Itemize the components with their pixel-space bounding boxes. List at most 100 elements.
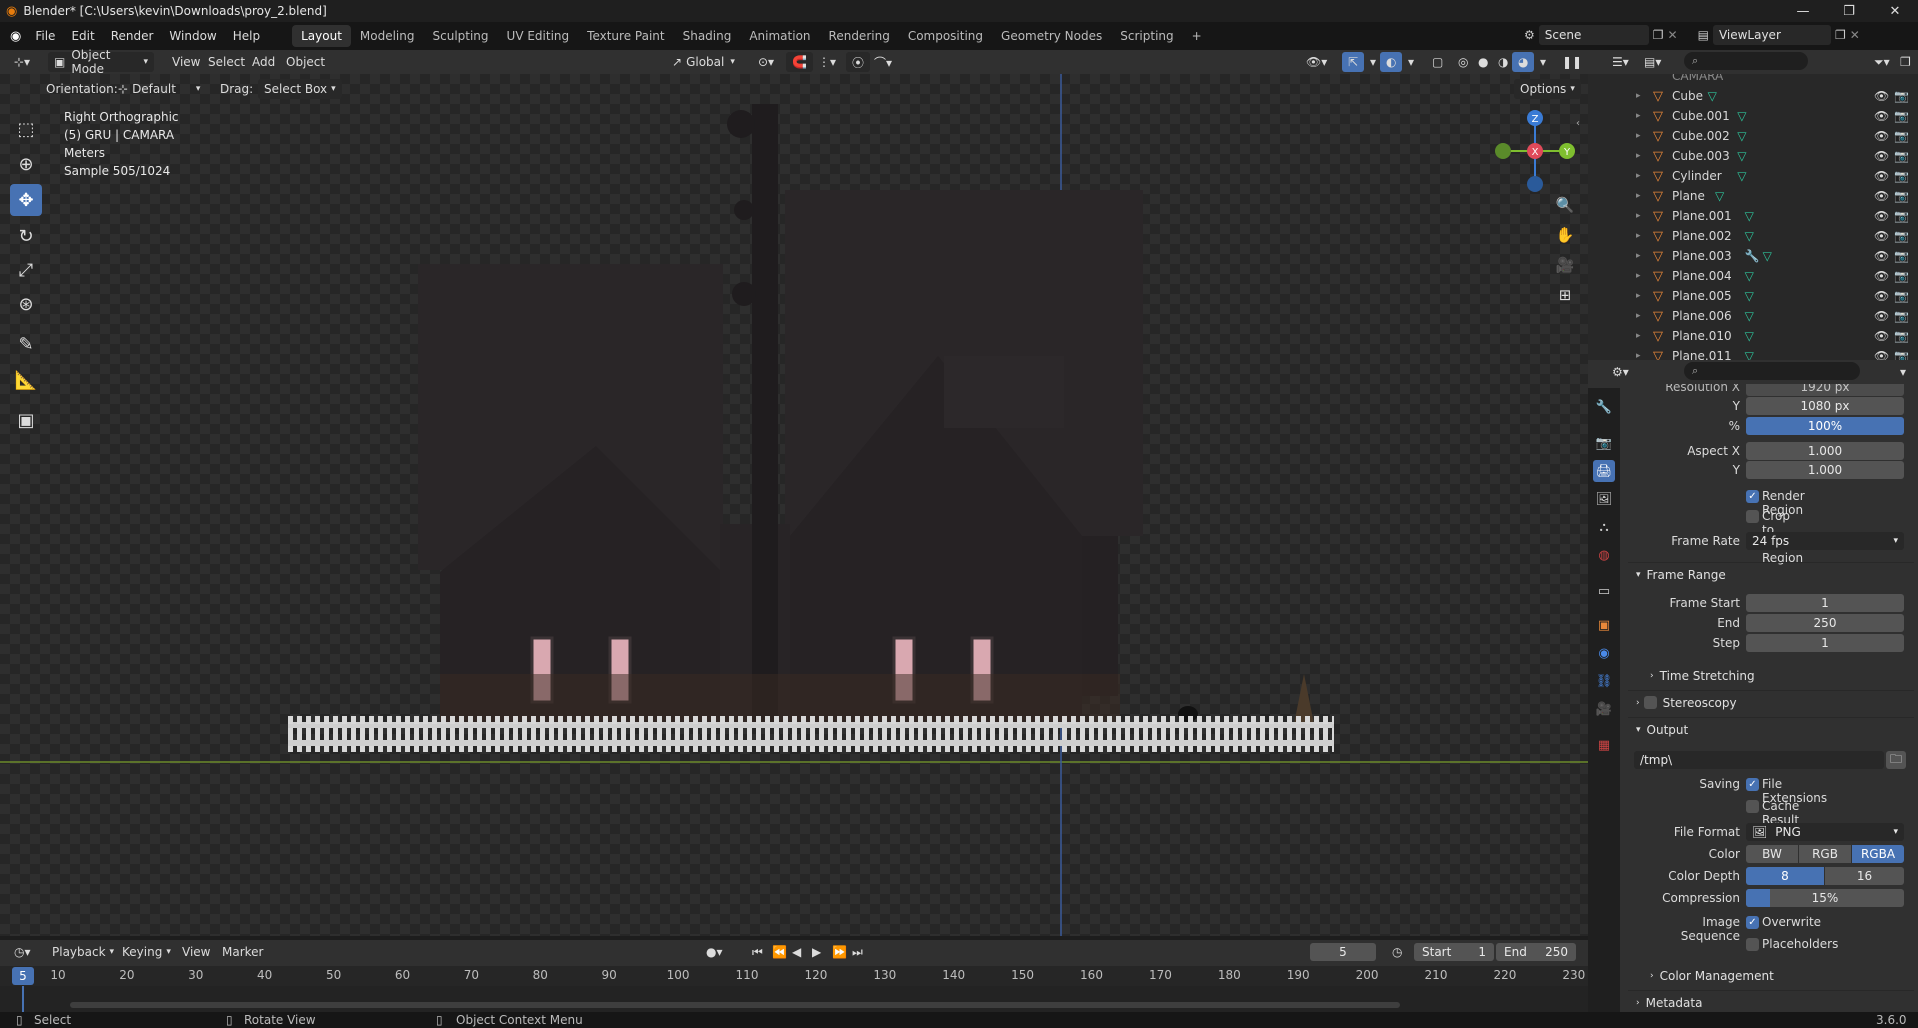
play-icon[interactable]: ▶ [806,942,827,962]
render-tab-icon[interactable]: 📷 [1593,432,1615,454]
record-icon[interactable]: ●▾ [700,942,729,962]
color-rgb-option[interactable]: RGB [1799,845,1851,863]
frame-end-field[interactable]: 250 [1746,614,1904,632]
expand-arrow-icon[interactable]: ▸ [1636,231,1641,241]
render-camera-icon[interactable]: 📷 [1894,109,1909,123]
ortho-grid-icon[interactable]: ⊞ [1552,282,1578,308]
outliner-row[interactable]: ▸ ▽ Plane ▽ 👁 📷 [1588,186,1918,206]
outliner-row[interactable]: ▸ ▽ Cylinder ▽ 👁 📷 [1588,166,1918,186]
outliner-row[interactable]: ▸ ▽ Plane.002 ▽ 👁 📷 [1588,226,1918,246]
properties-editor-type-icon[interactable]: ⚙▾ [1606,362,1635,382]
outliner-row[interactable]: CAMARA [1588,74,1918,86]
frame-rate-dropdown[interactable]: 24 fps ▾ [1746,532,1904,550]
select-box-tool[interactable]: ⬚ [10,113,42,145]
gizmo-toggle-icon[interactable]: ⇱ [1342,52,1365,72]
outliner-row[interactable]: ▸ ▽ Plane.005 ▽ 👁 📷 [1588,286,1918,306]
menu-select[interactable]: Select [202,52,251,72]
output-path-input[interactable]: /tmp\ [1634,751,1884,769]
falloff-icon[interactable]: ⌒▾ [868,52,898,72]
rendered-shading-icon[interactable]: ◕ [1512,52,1535,72]
chevron-down-icon[interactable]: ▾ [1534,52,1552,72]
view-layer-tab-icon[interactable]: 🖼 [1593,488,1615,510]
color-management-section[interactable]: › Color Management [1628,964,1914,988]
visibility-eye-icon[interactable]: 👁 [1874,249,1889,263]
visibility-eye-icon[interactable]: 👁 [1874,269,1889,283]
pan-hand-icon[interactable]: ✋ [1552,222,1578,248]
display-mode-icon[interactable]: ▤▾ [1638,52,1667,72]
expand-arrow-icon[interactable]: ▸ [1636,111,1641,121]
start-frame-field[interactable]: Start 1 [1414,943,1494,961]
expand-arrow-icon[interactable]: ▸ [1636,271,1641,281]
remove-scene-icon[interactable]: ✕ [1668,28,1678,42]
timeline-track-area[interactable] [0,986,1588,1012]
frame-step-field[interactable]: 1 [1746,634,1904,652]
render-camera-icon[interactable]: 📷 [1894,289,1909,303]
outliner-search-input[interactable]: ⌕ [1684,52,1808,70]
expand-arrow-icon[interactable]: ▸ [1636,331,1641,341]
scene-tab-icon[interactable]: ⛬ [1593,516,1615,538]
transform-tool[interactable]: ⊛ [10,288,42,320]
stopwatch-icon[interactable]: ◷ [1386,942,1408,962]
metadata-section[interactable]: › Metadata [1628,990,1914,1010]
tab-shading[interactable]: Shading [674,25,741,47]
view-layer-selector[interactable]: ViewLayer [1712,25,1831,45]
visibility-eye-icon[interactable]: 👁 [1874,89,1889,103]
scale-tool[interactable]: ⤢ [10,254,42,286]
expand-arrow-icon[interactable]: ▸ [1636,91,1641,101]
outliner-row[interactable]: ▸ ▽ Plane.003 🔧 ▽ 👁 📷 [1588,246,1918,266]
render-camera-icon[interactable]: 📷 [1894,89,1909,103]
resolution-y-field[interactable]: 1080 px [1746,397,1904,415]
color-bw-option[interactable]: BW [1746,845,1798,863]
outliner-row[interactable]: ▸ ▽ Cube.003 ▽ 👁 📷 [1588,146,1918,166]
minimize-button[interactable]: — [1780,0,1826,22]
menu-object[interactable]: Object [280,52,331,72]
drag-dropdown[interactable]: Select Box ▾ [258,79,342,99]
frame-range-section[interactable]: ▾ Frame Range [1628,562,1914,586]
output-section[interactable]: ▾ Output [1628,717,1914,741]
visibility-eye-icon[interactable]: 👁 [1874,329,1889,343]
expand-arrow-icon[interactable]: ▸ [1636,191,1641,201]
object-tab-icon[interactable]: ▣ [1593,614,1615,636]
maximize-button[interactable]: ❐ [1826,0,1872,22]
tab-sculpting[interactable]: Sculpting [424,25,498,47]
filter-icon[interactable]: ⏷▾ [1868,52,1896,72]
move-tool[interactable]: ✥ [10,184,42,216]
render-camera-icon[interactable]: 📷 [1894,269,1909,283]
tool-tab-icon[interactable]: 🔧 [1593,396,1615,418]
expand-arrow-icon[interactable]: ▸ [1636,131,1641,141]
menu-view[interactable]: View [166,52,206,72]
stereoscopy-checkbox[interactable] [1643,696,1657,709]
remove-view-layer-icon[interactable]: ✕ [1850,28,1860,42]
menu-window[interactable]: Window [161,25,224,47]
render-camera-icon[interactable]: 📷 [1894,169,1909,183]
tab-texture-paint[interactable]: Texture Paint [578,25,673,47]
end-frame-field[interactable]: End 250 [1496,943,1576,961]
color-depth-8-option[interactable]: 8 [1746,867,1824,885]
tab-compositing[interactable]: Compositing [899,25,992,47]
physics-tab-icon[interactable]: ◉ [1593,642,1615,664]
snap-target-icon[interactable]: ⋮▾ [812,52,842,72]
properties-scrollbar[interactable] [1906,384,1916,1004]
render-camera-icon[interactable]: 📷 [1894,189,1909,203]
tab-animation[interactable]: Animation [740,25,819,47]
current-frame-field[interactable]: 5 [1310,943,1376,961]
visibility-eye-icon[interactable]: 👁 [1874,169,1889,183]
overlays-toggle-icon[interactable]: ◐ [1380,52,1403,72]
placeholders-checkbox[interactable] [1746,938,1759,951]
outliner-row[interactable]: ▸ ▽ Plane.006 ▽ 👁 📷 [1588,306,1918,326]
visibility-eye-icon[interactable]: 👁 [1874,309,1889,323]
timeline-scrollbar[interactable] [70,1002,1400,1008]
navigation-gizmo[interactable]: Z X Y [1490,106,1580,196]
outliner-row[interactable]: ▸ ▽ Plane.004 ▽ 👁 📷 [1588,266,1918,286]
texture-tab-icon[interactable]: ▦ [1593,734,1615,756]
outliner-row[interactable]: ▸ ▽ Plane.011 ▽ 👁 📷 [1588,346,1918,361]
constraints-tab-icon[interactable]: ⛓ [1593,670,1615,692]
visibility-eye-icon[interactable]: 👁 [1874,129,1889,143]
visibility-icon[interactable]: 👁▾ [1300,52,1333,72]
playback-menu[interactable]: Playback ▾ [46,942,120,962]
color-depth-16-option[interactable]: 16 [1825,867,1904,885]
folder-icon[interactable]: 🗀 [1886,751,1906,769]
render-camera-icon[interactable]: 📷 [1894,129,1909,143]
outliner-editor-type-icon[interactable]: ☰▾ [1606,52,1635,72]
tab-uv-editing[interactable]: UV Editing [498,25,579,47]
